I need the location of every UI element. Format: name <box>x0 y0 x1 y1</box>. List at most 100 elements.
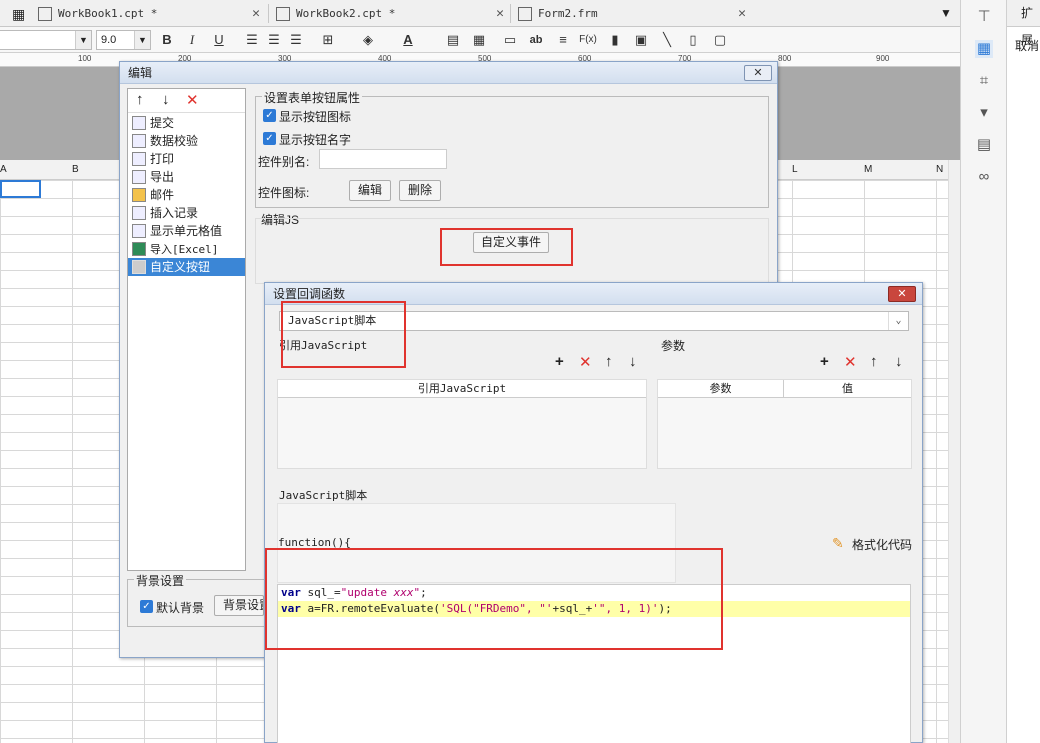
border-icon[interactable]: ⊞ <box>318 30 338 50</box>
doc-icon[interactable]: ▯ <box>683 30 703 50</box>
underline-button[interactable]: U <box>209 30 229 50</box>
show-icon-checkbox[interactable]: ✓ <box>263 109 276 122</box>
grid-menu-icon[interactable]: ▦ <box>12 6 25 23</box>
default-background-checkbox[interactable]: ✓ <box>140 600 153 613</box>
tree-item-validation[interactable]: 数据校验 <box>128 132 245 150</box>
printer-icon <box>132 152 146 166</box>
align-right-icon[interactable]: ☰ <box>286 30 306 50</box>
close-button[interactable]: ✕ <box>744 65 772 81</box>
image-icon[interactable]: ▣ <box>631 30 651 50</box>
tree-item-label: 导出 <box>150 170 175 184</box>
format-toolbar: ▼ 9.0 ▼ B I U ☰ ☰ ☰ ⊞ ◈ A ▤ ▦ ▭ ab ≡ F(x)… <box>0 27 960 53</box>
ruler-mark: 100 <box>78 54 92 63</box>
tab-workbook1[interactable]: WorkBook1.cpt * ✕ <box>32 0 266 27</box>
param-down-icon[interactable]: ↓ <box>895 353 903 370</box>
move-up-icon[interactable]: ↑ <box>136 91 144 108</box>
tree-item-insert-record[interactable]: 插入记录 <box>128 204 245 222</box>
close-icon[interactable]: ✕ <box>738 6 746 21</box>
alias-label: 控件别名: <box>258 155 310 169</box>
format-code-button[interactable]: 格式化代码 <box>852 536 912 553</box>
excel-icon <box>132 242 146 256</box>
save-icon <box>132 116 146 130</box>
unmerge-icon[interactable]: ▦ <box>469 30 489 50</box>
vertical-scrollbar[interactable] <box>948 160 960 743</box>
group-label: 设置表单按钮属性 <box>262 89 363 106</box>
align-center-icon[interactable]: ☰ <box>264 30 284 50</box>
move-down-icon[interactable]: ↓ <box>162 91 170 108</box>
param-up-icon[interactable]: ↑ <box>870 353 878 370</box>
close-icon[interactable]: ✕ <box>496 6 504 21</box>
add-icon[interactable]: + <box>555 353 564 370</box>
paragraph-icon[interactable]: ≡ <box>553 30 573 50</box>
add-param-icon[interactable]: + <box>820 353 829 370</box>
cancel-link[interactable]: 取消 <box>1007 37 1040 54</box>
text-style-button[interactable]: ab <box>526 30 546 50</box>
tree-item-label: 提交 <box>150 116 175 130</box>
bold-button[interactable]: B <box>157 30 177 50</box>
column-header[interactable]: N <box>936 164 943 175</box>
tree-item-print[interactable]: 打印 <box>128 150 245 168</box>
font-family-select[interactable]: ▼ <box>0 30 92 50</box>
tab-list-dropdown-icon[interactable]: ▼ <box>940 6 952 20</box>
font-size-select[interactable]: 9.0 ▼ <box>96 30 151 50</box>
column-header[interactable]: B <box>72 164 79 175</box>
fill-color-icon[interactable]: ◈ <box>358 30 378 50</box>
tree-item-mail[interactable]: 邮件 <box>128 186 245 204</box>
gear-icon <box>132 260 146 274</box>
align-left-icon[interactable]: ☰ <box>242 30 262 50</box>
tree-item-export[interactable]: 导出 <box>128 168 245 186</box>
chart-icon[interactable]: ▮ <box>605 30 625 50</box>
frame-icon[interactable]: ▢ <box>710 30 730 50</box>
tree-item-label: 导入[Excel] <box>150 243 219 256</box>
tree-item-label: 插入记录 <box>150 206 199 220</box>
column-header[interactable]: L <box>792 164 798 175</box>
ruler-mark: 900 <box>876 54 890 63</box>
tree-item-custom-button[interactable]: 自定义按钮 <box>128 258 245 276</box>
tree-item-label: 邮件 <box>150 188 175 202</box>
move-down-icon[interactable]: ↓ <box>629 353 637 370</box>
delete-icon[interactable]: ✕ <box>186 91 199 109</box>
delete-icon-button[interactable]: 删除 <box>399 180 441 201</box>
selected-cell[interactable] <box>0 180 41 198</box>
alias-input[interactable] <box>319 149 447 169</box>
tree-item-import-excel[interactable]: 导入[Excel] <box>128 240 245 258</box>
widget-settings-icon[interactable]: ▦ <box>975 40 993 58</box>
tab-divider <box>510 4 511 23</box>
workbook-icon <box>38 6 52 21</box>
document-tab-bar: ▦ WorkBook1.cpt * ✕ WorkBook2.cpt * ✕ Fo… <box>0 0 960 27</box>
ref-js-table[interactable]: 引用JavaScript <box>277 379 647 469</box>
link-icon[interactable]: ∞ <box>975 168 993 186</box>
close-icon[interactable]: ✕ <box>252 6 260 21</box>
crop-icon[interactable]: ⌗ <box>975 72 993 90</box>
tab-label: Form2.frm <box>538 7 598 20</box>
slash-icon[interactable]: ╲ <box>657 30 677 50</box>
insert-icon <box>132 206 146 220</box>
delete-param-icon[interactable]: ✕ <box>844 353 857 371</box>
edit-icon-button[interactable]: 编辑 <box>349 180 391 201</box>
close-button[interactable]: ✕ <box>888 286 916 302</box>
show-name-checkbox[interactable]: ✓ <box>263 132 276 145</box>
tab-workbook2[interactable]: WorkBook2.cpt * ✕ <box>270 0 510 27</box>
tree-item-submit[interactable]: 提交 <box>128 114 245 132</box>
background-settings-button[interactable]: 背景设置 <box>214 595 264 616</box>
italic-button[interactable]: I <box>182 30 202 50</box>
dropdown-box-icon[interactable]: ▾ <box>975 104 993 122</box>
stack-icon[interactable]: ▤ <box>975 136 993 154</box>
formula-button[interactable]: F(x) <box>578 30 598 50</box>
move-up-icon[interactable]: ↑ <box>605 353 613 370</box>
params-table[interactable]: 参数 值 <box>657 379 912 469</box>
table-header: 值 <box>784 380 911 398</box>
column-header[interactable]: M <box>864 164 872 175</box>
merge-icon[interactable]: ▤ <box>443 30 463 50</box>
script-label: JavaScript脚本 <box>279 489 368 502</box>
cell-icon[interactable]: ▭ <box>500 30 520 50</box>
font-color-icon[interactable]: A <box>398 30 418 50</box>
delete-icon[interactable]: ✕ <box>579 353 592 371</box>
tree-item-show-cell[interactable]: 显示单元格值 <box>128 222 245 240</box>
group-label: 背景设置 <box>134 572 187 589</box>
layout-icon[interactable]: ⊤ <box>975 8 993 26</box>
tree-item-label: 显示单元格值 <box>150 224 223 238</box>
tab-form2[interactable]: Form2.frm ✕ <box>512 0 752 27</box>
table-header: 引用JavaScript <box>278 380 646 398</box>
column-header[interactable]: A <box>0 164 7 175</box>
